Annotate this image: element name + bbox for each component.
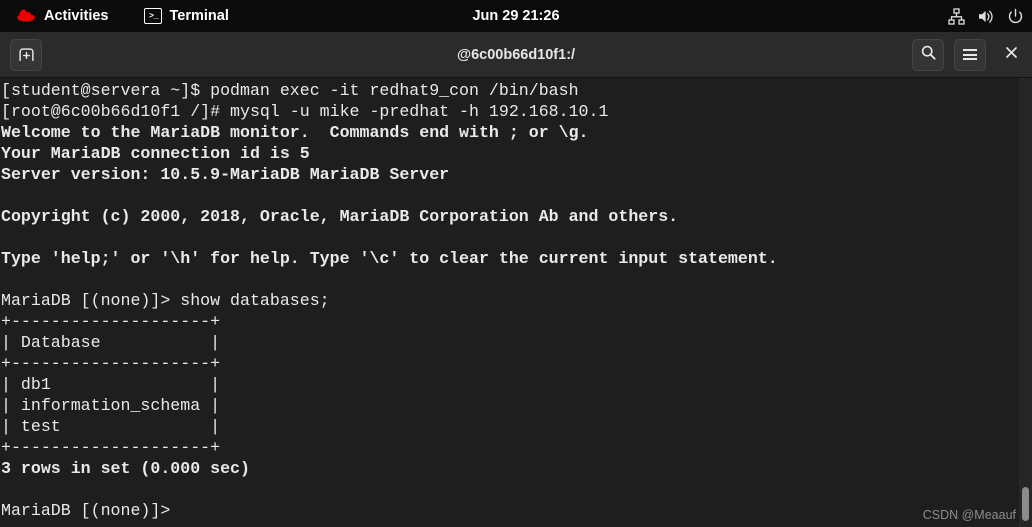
terminal-line: Type 'help;' or '\h' for help. Type '\c'… bbox=[1, 249, 778, 268]
gnome-top-bar: Activities >_ Terminal Jun 29 21:26 bbox=[0, 0, 1032, 32]
terminal-app-label: Terminal bbox=[169, 8, 229, 24]
system-tray[interactable] bbox=[948, 7, 1024, 25]
window-title: @6c00b66d10f1:/ bbox=[456, 46, 576, 63]
new-tab-icon bbox=[18, 47, 35, 62]
search-button[interactable] bbox=[912, 38, 944, 71]
terminal-line: MariaDB [(none)]> bbox=[1, 501, 171, 520]
terminal-line: +--------------------+ bbox=[1, 312, 221, 331]
terminal-line: Welcome to the MariaDB monitor. Commands… bbox=[1, 123, 589, 142]
window-titlebar: @6c00b66d10f1:/ bbox=[0, 32, 1032, 78]
terminal-line: Copyright (c) 2000, 2018, Oracle, MariaD… bbox=[1, 207, 679, 226]
network-wired-icon bbox=[948, 7, 965, 25]
terminal-window: @6c00b66d10f1:/ [student@servera ~]$ pod… bbox=[0, 32, 1032, 527]
menu-button[interactable] bbox=[954, 38, 986, 71]
activities-button[interactable]: Activities bbox=[10, 5, 113, 27]
terminal-line: MariaDB [(none)]> show databases; bbox=[1, 291, 330, 310]
terminal-line: +--------------------+ bbox=[1, 438, 221, 457]
activities-label: Activities bbox=[44, 8, 109, 24]
titlebar-controls bbox=[912, 38, 1026, 71]
redhat-logo-icon bbox=[15, 8, 37, 24]
terminal-line: | information_schema | bbox=[1, 396, 221, 415]
close-icon bbox=[1005, 46, 1018, 64]
new-tab-button-wrapper bbox=[0, 38, 42, 71]
new-tab-button[interactable] bbox=[10, 38, 42, 71]
terminal-line: Your MariaDB connection id is 5 bbox=[1, 144, 310, 163]
terminal-app-menu[interactable]: >_ Terminal bbox=[139, 5, 233, 27]
hamburger-menu-icon bbox=[963, 49, 977, 60]
terminal-line: | db1 | bbox=[1, 375, 221, 394]
terminal-line: Server version: 10.5.9-MariaDB MariaDB S… bbox=[1, 165, 450, 184]
terminal-line: [student@servera ~]$ podman exec -it red… bbox=[1, 81, 579, 100]
terminal-line: +--------------------+ bbox=[1, 354, 221, 373]
terminal-line: | test | bbox=[1, 417, 221, 436]
terminal-line: [root@6c00b66d10f1 /]# mysql -u mike -pr… bbox=[1, 102, 609, 121]
terminal-line: 3 rows in set (0.000 sec) bbox=[1, 459, 250, 478]
terminal-body[interactable]: [student@servera ~]$ podman exec -it red… bbox=[0, 78, 1032, 527]
terminal-line: | Database | bbox=[1, 333, 221, 352]
terminal-scrollbar[interactable] bbox=[1019, 78, 1032, 527]
close-button[interactable] bbox=[996, 40, 1026, 70]
top-bar-left-group: Activities >_ Terminal bbox=[0, 5, 234, 27]
terminal-icon: >_ bbox=[144, 8, 163, 24]
terminal-output: [student@servera ~]$ podman exec -it red… bbox=[0, 78, 778, 521]
scrollbar-thumb[interactable] bbox=[1022, 487, 1029, 521]
power-icon bbox=[1007, 8, 1024, 25]
search-icon bbox=[920, 44, 937, 66]
watermark: CSDN @Meaauf bbox=[922, 508, 1016, 522]
volume-icon bbox=[977, 8, 995, 25]
